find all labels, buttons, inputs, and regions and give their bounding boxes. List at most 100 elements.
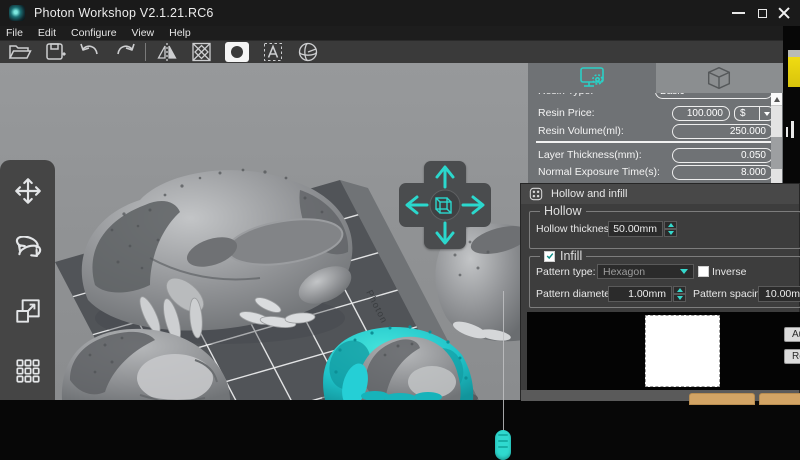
scroll-up-icon: [773, 96, 780, 102]
spinner-down-button[interactable]: [664, 229, 677, 237]
infill-group-legend: Infill: [540, 249, 587, 263]
slice-icon: [298, 42, 317, 62]
print-settings-icon: [579, 67, 604, 87]
tab-print-settings[interactable]: [528, 63, 656, 93]
settings-row-layer-thickness: Layer Thickness(mm): 0.050: [528, 147, 783, 164]
close-button[interactable]: [772, 0, 796, 26]
chevron-down-icon: [667, 231, 674, 235]
resin-volume-input[interactable]: 250.000: [672, 124, 773, 139]
dialog-title-bar[interactable]: Hollow and infill: [521, 184, 799, 204]
title-bar: Photon Workshop V2.1.21.RC6: [0, 0, 800, 26]
maximize-icon: [757, 8, 767, 18]
hollow-pattern-button[interactable]: [184, 41, 219, 63]
backdrop-mark: [791, 121, 794, 138]
tab-machine[interactable]: [655, 63, 783, 93]
infill-preview-cell: [645, 315, 720, 387]
scrollbar-thumb[interactable]: [771, 137, 782, 169]
pattern-type-dropdown[interactable]: Hexagon: [597, 264, 694, 279]
settings-row-resin-price: Resin Price: 100.000 $: [528, 105, 783, 122]
hollow-infill-dialog: Hollow and infill Hollow Hollow thicknes…: [520, 183, 800, 405]
layer-thickness-label: Layer Thickness(mm):: [538, 149, 642, 161]
window-title: Photon Workshop V2.1.21.RC6: [34, 6, 214, 20]
pattern-diameter-input[interactable]: 1.00mm: [608, 286, 672, 302]
infill-checkbox[interactable]: [544, 250, 555, 262]
scroll-up-button[interactable]: [771, 93, 782, 106]
open-icon: [8, 45, 32, 59]
panel-scrollbar[interactable]: [771, 93, 782, 183]
menu-configure[interactable]: Configure: [71, 27, 117, 39]
infill-preview: Auto Res: [527, 312, 800, 390]
hollow-thickness-spinner[interactable]: [664, 221, 677, 237]
open-button[interactable]: [2, 41, 37, 63]
resin-volume-label: Resin Volume(ml):: [538, 125, 624, 137]
panel-divider: [536, 141, 773, 143]
close-icon: [777, 6, 791, 20]
menu-help[interactable]: Help: [169, 27, 191, 39]
dialog-cancel-button[interactable]: [759, 393, 800, 405]
array-icon: [15, 359, 40, 383]
panel-tabs: [528, 63, 783, 93]
machine-icon: [708, 66, 731, 90]
settings-panel: Resin Type: Basic Resin Price: 100.000 $: [528, 63, 783, 183]
arrow-up-icon: [435, 165, 455, 189]
resin-price-input[interactable]: 100.000: [672, 106, 730, 121]
pattern-spacing-input[interactable]: 10.00mm: [758, 286, 800, 302]
hollow-group-legend: Hollow: [540, 204, 586, 218]
menu-bar: File Edit Configure View Help: [0, 26, 783, 40]
inverse-label: Inverse: [712, 266, 747, 278]
mirror-icon: [156, 43, 177, 61]
chevron-up-icon: [667, 223, 674, 227]
undo-icon: [79, 43, 98, 55]
dialog-dice-icon: [529, 187, 543, 201]
undo-button[interactable]: [72, 41, 107, 63]
scale-tool-button[interactable]: [11, 294, 45, 328]
settings-row-resin-volume: Resin Volume(ml): 250.000: [528, 123, 783, 140]
pattern-diameter-spinner[interactable]: [673, 286, 686, 302]
rotate-icon: [15, 236, 41, 258]
transform-sidebar: [0, 160, 55, 400]
view-navigation-control[interactable]: [399, 161, 491, 249]
menu-view[interactable]: View: [132, 27, 155, 39]
backdrop-yellow-fragment: [788, 57, 800, 87]
dig-hole-button-active[interactable]: [225, 42, 249, 62]
maximize-button[interactable]: [750, 0, 774, 26]
desktop-backdrop: [783, 26, 800, 183]
save-button[interactable]: [37, 41, 72, 63]
dialog-confirm-button[interactable]: [689, 393, 755, 405]
menu-edit[interactable]: Edit: [38, 27, 56, 39]
auto-button[interactable]: Auto: [784, 327, 800, 342]
redo-icon: [116, 43, 135, 55]
move-tool-button[interactable]: [11, 174, 45, 208]
hollow-thickness-input[interactable]: 50.00mm: [608, 221, 663, 237]
backdrop-mark: [786, 127, 788, 137]
save-icon: [45, 43, 66, 60]
minimize-icon: [731, 12, 745, 14]
inverse-checkbox[interactable]: [698, 266, 709, 277]
arrow-right-icon: [461, 195, 485, 215]
mirror-button[interactable]: [149, 41, 184, 63]
menu-file[interactable]: File: [6, 27, 23, 39]
minimize-button[interactable]: [726, 0, 750, 26]
pattern-diameter-label: Pattern diameter:: [536, 288, 617, 300]
scale-icon: [15, 299, 40, 323]
slice-button[interactable]: [290, 41, 325, 63]
redo-button[interactable]: [107, 41, 142, 63]
layer-thickness-input[interactable]: 0.050: [672, 148, 773, 163]
reset-button[interactable]: Res: [784, 349, 800, 364]
text-tool-button[interactable]: [255, 41, 290, 63]
spinner-down-button[interactable]: [673, 294, 686, 302]
infill-group: Infill Pattern type: Hexagon Inverse Pat…: [529, 249, 800, 308]
chevron-up-icon: [676, 288, 683, 292]
currency-dropdown[interactable]: $: [734, 106, 774, 121]
array-tool-button[interactable]: [11, 354, 45, 388]
rotate-tool-button[interactable]: [11, 234, 45, 268]
layer-slider-handle[interactable]: [495, 430, 511, 460]
chevron-down-icon: [680, 269, 688, 274]
toolbar-separator: [145, 43, 146, 61]
hollow-group: Hollow Hollow thickness: 50.00mm: [529, 204, 800, 249]
chevron-down-icon: [676, 296, 683, 300]
exposure-time-input[interactable]: 8.000: [672, 165, 773, 180]
spinner-up-button[interactable]: [673, 286, 686, 294]
backdrop-fragment: [788, 50, 800, 57]
spinner-up-button[interactable]: [664, 221, 677, 229]
